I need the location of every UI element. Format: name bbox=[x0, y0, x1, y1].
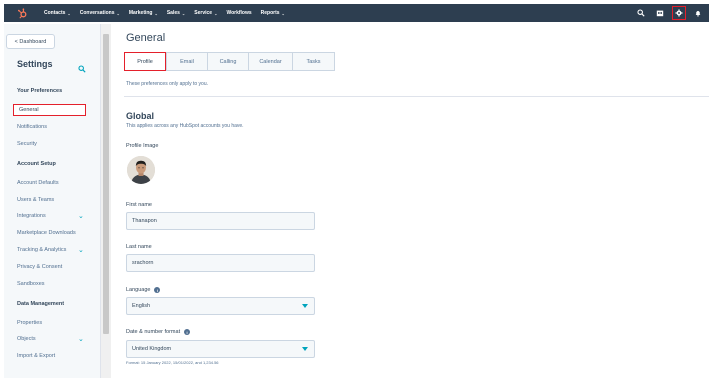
top-navigation-bar: Contacts ⌄ Conversations ⌄ Marketing ⌄ Sales ⌄ S… bbox=[4, 4, 709, 22]
sidebar-item-account-defaults[interactable]: Account Defaults bbox=[17, 180, 59, 186]
marketplace-icon[interactable] bbox=[653, 6, 667, 20]
tab-email[interactable]: Email bbox=[166, 52, 207, 71]
sidebar-item-privacy-consent[interactable]: Privacy & Consent bbox=[17, 264, 62, 270]
section-data-management: Data Management bbox=[17, 301, 65, 307]
tab-tasks[interactable]: Tasks bbox=[292, 52, 335, 71]
language-selected-value: English bbox=[132, 303, 151, 309]
section-account-setup: Account Setup bbox=[17, 161, 56, 167]
dropdown-arrow-icon bbox=[302, 347, 308, 353]
nav-item-label: Conversations bbox=[79, 10, 115, 16]
sidebar-item-tracking-analytics[interactable]: Tracking & Analytics bbox=[17, 247, 66, 253]
nav-item-reports[interactable]: Reports ⌄ bbox=[261, 10, 285, 16]
tab-calendar[interactable]: Calendar bbox=[248, 52, 292, 71]
sidebar-item-properties[interactable]: Properties bbox=[17, 320, 42, 326]
sidebar-item-sandboxes[interactable]: Sandboxes bbox=[17, 281, 45, 287]
sidebar-item-users-teams[interactable]: Users & Teams bbox=[17, 197, 54, 203]
section-your-preferences: Your Preferences bbox=[17, 88, 63, 94]
sidebar-item-general[interactable]: General bbox=[13, 104, 86, 116]
nav-utilities bbox=[629, 4, 705, 22]
nav-item-label: Service bbox=[194, 10, 213, 16]
chevron-down-icon[interactable]: ⌄ bbox=[78, 335, 84, 343]
settings-tabs: Profile Email Calling Calendar Tasks bbox=[124, 52, 335, 71]
language-label-text: Language bbox=[126, 287, 151, 293]
sidebar-item-marketplace-downloads[interactable]: Marketplace Downloads bbox=[17, 230, 76, 236]
nav-item-label: Contacts bbox=[44, 10, 66, 16]
nav-item-contacts[interactable]: Contacts ⌄ bbox=[44, 10, 71, 16]
first-name-label: First name bbox=[126, 202, 152, 208]
chevron-down-icon: ⌄ bbox=[154, 10, 158, 16]
date-number-format-label: Date & number format i bbox=[126, 329, 191, 335]
language-select[interactable]: English bbox=[126, 297, 315, 315]
date-number-format-select[interactable]: United Kingdom bbox=[126, 340, 315, 358]
chevron-down-icon[interactable]: ⌄ bbox=[78, 246, 84, 254]
language-label: Language i bbox=[126, 287, 161, 293]
nav-item-sales[interactable]: Sales ⌄ bbox=[167, 10, 185, 16]
sidebar-item-security[interactable]: Security bbox=[17, 141, 37, 147]
page-title: General bbox=[126, 32, 166, 44]
notifications-bell-icon[interactable] bbox=[691, 6, 705, 20]
sidebar-scrollbar-thumb[interactable] bbox=[103, 34, 109, 334]
date-number-format-label-text: Date & number format bbox=[126, 329, 181, 335]
settings-sidebar: < Dashboard Settings Your Preferences Ge… bbox=[4, 24, 101, 378]
sidebar-item-label: Integrations bbox=[17, 213, 46, 219]
tab-calling[interactable]: Calling bbox=[207, 52, 248, 71]
tab-profile[interactable]: Profile bbox=[124, 52, 166, 71]
settings-gear-icon[interactable] bbox=[672, 6, 686, 20]
sidebar-item-notifications[interactable]: Notifications bbox=[17, 124, 47, 130]
nav-item-marketing[interactable]: Marketing ⌄ bbox=[129, 10, 158, 16]
date-format-selected-value: United Kingdom bbox=[132, 346, 172, 352]
chevron-down-icon: ⌄ bbox=[281, 10, 285, 16]
chevron-down-icon: ⌄ bbox=[67, 10, 71, 16]
preferences-intro-text: These preferences only apply to you. bbox=[126, 81, 208, 87]
last-name-field[interactable]: srachorn bbox=[126, 254, 315, 272]
main-menu: Contacts ⌄ Conversations ⌄ Marketing ⌄ Sales ⌄ S… bbox=[44, 10, 294, 16]
section-divider bbox=[124, 96, 709, 97]
info-icon[interactable]: i bbox=[184, 329, 191, 335]
settings-title: Settings bbox=[17, 59, 53, 69]
dashboard-back-button[interactable]: < Dashboard bbox=[6, 34, 55, 49]
sidebar-item-integrations[interactable]: Integrations bbox=[17, 213, 46, 219]
info-icon[interactable]: i bbox=[154, 287, 161, 293]
sidebar-item-objects[interactable]: Objects bbox=[17, 336, 36, 342]
nav-item-conversations[interactable]: Conversations ⌄ bbox=[80, 10, 120, 16]
nav-item-label: Marketing bbox=[128, 10, 153, 16]
search-icon[interactable] bbox=[78, 60, 86, 78]
global-section-title: Global bbox=[126, 111, 155, 121]
profile-image-label: Profile Image bbox=[126, 143, 159, 149]
sidebar-item-import-export[interactable]: Import & Export bbox=[17, 353, 55, 359]
nav-item-service[interactable]: Service ⌄ bbox=[194, 10, 217, 16]
chevron-down-icon: ⌄ bbox=[116, 10, 120, 16]
nav-item-workflows[interactable]: Workflows bbox=[226, 10, 251, 16]
dropdown-arrow-icon bbox=[302, 304, 308, 310]
first-name-field[interactable]: Thanapon bbox=[126, 212, 315, 230]
global-section-description: This applies across any HubSpot accounts… bbox=[126, 123, 244, 129]
search-icon[interactable] bbox=[634, 6, 648, 20]
chevron-down-icon: ⌄ bbox=[214, 10, 218, 16]
nav-item-label: Workflows bbox=[226, 10, 252, 16]
profile-avatar[interactable] bbox=[127, 156, 155, 184]
chevron-down-icon: ⌄ bbox=[181, 10, 186, 16]
hubspot-logo-icon[interactable] bbox=[12, 4, 32, 22]
format-example-hint: Format: 15 January 2022, 15/01/2022, and… bbox=[126, 360, 219, 365]
nav-item-label: Sales bbox=[166, 10, 180, 16]
chevron-down-icon[interactable]: ⌄ bbox=[78, 212, 84, 220]
last-name-label: Last name bbox=[126, 244, 152, 250]
nav-item-label: Reports bbox=[260, 10, 280, 16]
